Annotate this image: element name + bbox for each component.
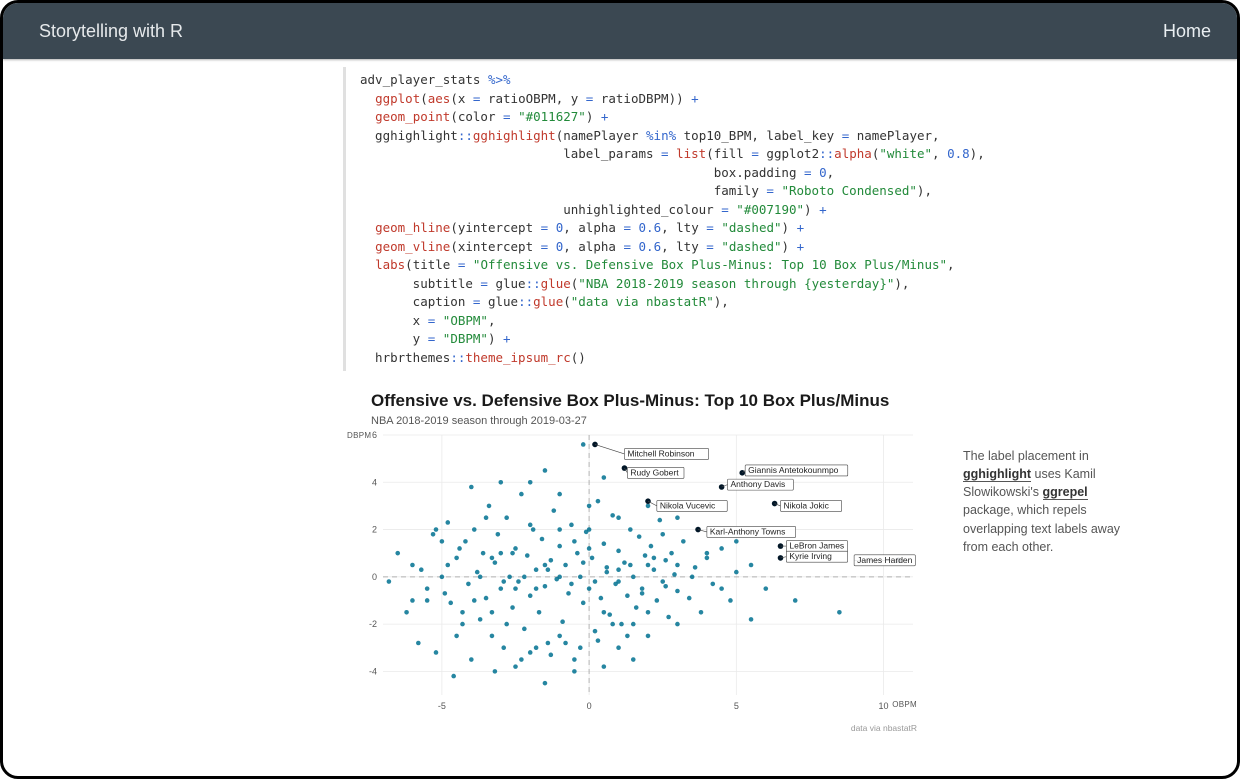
svg-text:0: 0 (372, 572, 377, 582)
svg-text:10: 10 (879, 701, 889, 711)
note-term-ggrepel: ggrepel (1043, 485, 1088, 500)
x-axis-label: OBPM (892, 700, 917, 709)
svg-text:Nikola Vucevic: Nikola Vucevic (660, 500, 716, 510)
note-term-gghighlight: gghighlight (963, 467, 1031, 482)
note-text: package, which repels overlapping text l… (963, 503, 1120, 553)
svg-text:6: 6 (372, 431, 377, 440)
svg-text:-5: -5 (438, 701, 446, 711)
scatter-chart: Mitchell Robinson Rudy Gobert Giannis Ante… (343, 431, 923, 721)
svg-text:-2: -2 (369, 619, 377, 629)
note-text: The label placement in (963, 449, 1089, 463)
y-axis-label: DBPM (347, 431, 371, 440)
svg-text:5: 5 (734, 701, 739, 711)
svg-text:Mitchell Robinson: Mitchell Robinson (627, 448, 694, 458)
margin-note: The label placement in gghighlight uses … (963, 447, 1133, 556)
chart-caption: data via nbastatR (343, 723, 917, 733)
svg-text:Karl-Anthony Towns: Karl-Anthony Towns (710, 526, 785, 536)
svg-text:James Harden: James Harden (857, 555, 913, 565)
page-content: adv_player_stats %>% ggplot(aes(x = rati… (3, 59, 1237, 733)
svg-text:Anthony Davis: Anthony Davis (731, 479, 786, 489)
navbar: Storytelling with R Home (3, 3, 1237, 59)
svg-text:4: 4 (372, 477, 377, 487)
chart-subtitle: NBA 2018-2019 season through 2019-03-27 (371, 415, 923, 427)
svg-text:LeBron James: LeBron James (789, 541, 844, 551)
svg-text:Giannis Antetokounmpo: Giannis Antetokounmpo (748, 465, 839, 475)
svg-text:0: 0 (587, 701, 592, 711)
nav-home-link[interactable]: Home (1163, 21, 1211, 42)
svg-text:Rudy Gobert: Rudy Gobert (630, 467, 679, 477)
svg-text:2: 2 (372, 525, 377, 535)
svg-text:Nikola Jokic: Nikola Jokic (784, 500, 830, 510)
brand-title[interactable]: Storytelling with R (39, 21, 183, 42)
code-block: adv_player_stats %>% ggplot(aes(x = rati… (343, 67, 960, 371)
plot-container: Offensive vs. Defensive Box Plus-Minus: … (343, 391, 923, 733)
svg-text:-4: -4 (369, 666, 377, 676)
chart-title: Offensive vs. Defensive Box Plus-Minus: … (371, 391, 923, 411)
svg-text:Kyrie Irving: Kyrie Irving (789, 551, 832, 561)
